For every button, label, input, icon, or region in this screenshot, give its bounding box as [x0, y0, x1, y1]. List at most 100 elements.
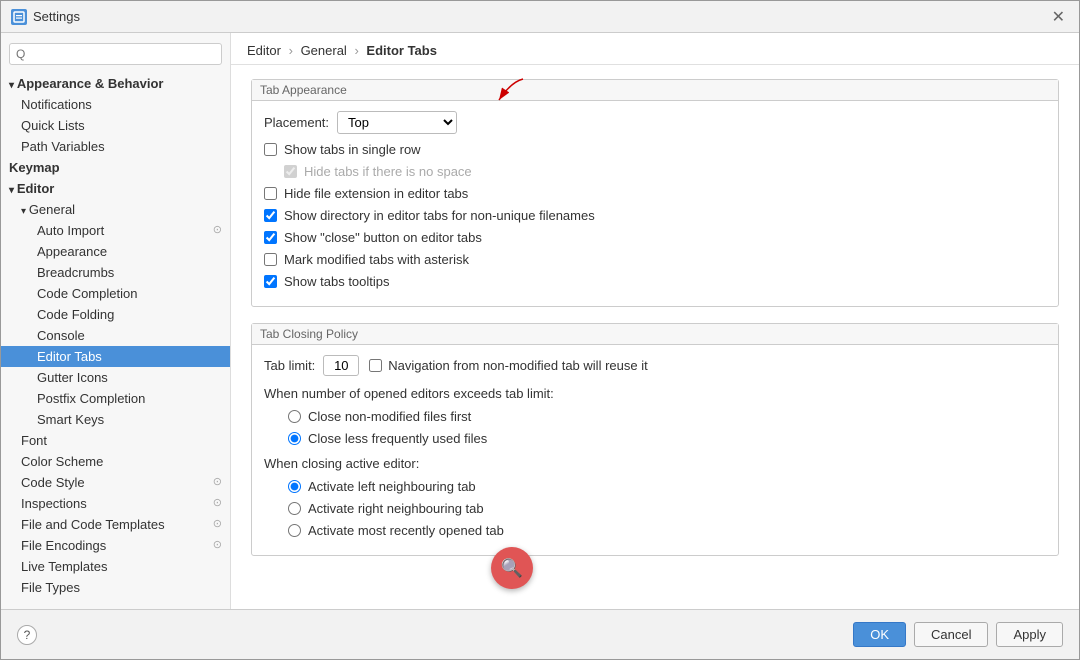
sidebar-item-quick-lists[interactable]: Quick Lists — [1, 115, 230, 136]
floating-search-button[interactable]: 🔍 — [491, 547, 533, 589]
checkbox-mark-modified: Mark modified tabs with asterisk — [264, 252, 1046, 267]
title-bar-text: Settings — [33, 9, 1048, 24]
sidebar-item-live-templates[interactable]: Live Templates — [1, 556, 230, 577]
search-input[interactable] — [9, 43, 222, 65]
checkbox-show-tooltips-label: Show tabs tooltips — [284, 274, 390, 289]
checkbox-show-close: Show "close" button on editor tabs — [264, 230, 1046, 245]
title-bar: Settings ✕ — [1, 1, 1079, 33]
cancel-button[interactable]: Cancel — [914, 622, 988, 647]
sidebar-item-smart-keys[interactable]: Smart Keys — [1, 409, 230, 430]
checkbox-show-single-row-input[interactable] — [264, 143, 277, 156]
placement-label: Placement: — [264, 115, 329, 130]
checkbox-mark-modified-label: Mark modified tabs with asterisk — [284, 252, 469, 267]
radio-activate-right: Activate right neighbouring tab — [288, 501, 1046, 516]
placement-row: Placement: Top Bottom Left Right — [264, 111, 1046, 134]
checkbox-show-directory: Show directory in editor tabs for non-un… — [264, 208, 1046, 223]
radio-activate-right-label: Activate right neighbouring tab — [308, 501, 484, 516]
sidebar-item-appearance-behavior[interactable]: ▾ Appearance & Behavior — [1, 73, 230, 94]
checkbox-hide-extension: Hide file extension in editor tabs — [264, 186, 1046, 201]
checkbox-hide-extension-label: Hide file extension in editor tabs — [284, 186, 468, 201]
sidebar-item-path-variables[interactable]: Path Variables — [1, 136, 230, 157]
sidebar-item-color-scheme[interactable]: Color Scheme — [1, 451, 230, 472]
radio-close-nonmodified-input[interactable] — [288, 410, 301, 423]
search-bar — [1, 39, 230, 73]
radio-activate-left: Activate left neighbouring tab — [288, 479, 1046, 494]
breadcrumb-sep2: › — [354, 43, 358, 58]
app-icon — [11, 9, 27, 25]
tab-appearance-header: Tab Appearance — [252, 80, 1058, 101]
right-panel: Editor › General › Editor Tabs Tab Appea… — [231, 33, 1079, 609]
checkbox-hide-no-space-label: Hide tabs if there is no space — [304, 164, 472, 179]
nav-reuse-checkbox[interactable] — [369, 359, 382, 372]
tab-limit-label: Tab limit: — [264, 358, 315, 373]
tab-closing-policy-header: Tab Closing Policy — [252, 324, 1058, 345]
sidebar-item-editor-tabs[interactable]: Editor Tabs — [1, 346, 230, 367]
checkbox-show-directory-input[interactable] — [264, 209, 277, 222]
sidebar-item-appearance[interactable]: Appearance — [1, 241, 230, 262]
checkbox-hide-extension-input[interactable] — [264, 187, 277, 200]
sidebar-item-breadcrumbs[interactable]: Breadcrumbs — [1, 262, 230, 283]
checkbox-hide-no-space: Hide tabs if there is no space — [284, 164, 1046, 179]
sidebar-item-postfix-completion[interactable]: Postfix Completion — [1, 388, 230, 409]
breadcrumb-editor[interactable]: Editor — [247, 43, 281, 58]
radio-activate-right-input[interactable] — [288, 502, 301, 515]
checkbox-show-close-label: Show "close" button on editor tabs — [284, 230, 482, 245]
sidebar-item-file-types[interactable]: File Types — [1, 577, 230, 598]
checkbox-show-single-row-label: Show tabs in single row — [284, 142, 421, 157]
radio-close-nonmodified-label: Close non-modified files first — [308, 409, 471, 424]
sidebar-item-keymap[interactable]: Keymap — [1, 157, 230, 178]
panel-body: Tab Appearance Placement: Top Bottom Lef… — [231, 65, 1079, 609]
radio-activate-recent-input[interactable] — [288, 524, 301, 537]
tab-appearance-body: Placement: Top Bottom Left Right Show ta… — [252, 101, 1058, 306]
sidebar-item-gutter-icons[interactable]: Gutter Icons — [1, 367, 230, 388]
main-content: ▾ Appearance & BehaviorNotificationsQuic… — [1, 33, 1079, 609]
closing-active-label: When closing active editor: — [264, 456, 1046, 471]
sidebar-item-notifications[interactable]: Notifications — [1, 94, 230, 115]
sidebar-item-editor[interactable]: ▾ Editor — [1, 178, 230, 199]
tab-closing-policy-body: Tab limit: Navigation from non-modified … — [252, 345, 1058, 555]
sidebar-item-general[interactable]: ▾ General — [1, 199, 230, 220]
breadcrumb: Editor › General › Editor Tabs — [231, 33, 1079, 65]
radio-close-nonmodified: Close non-modified files first — [288, 409, 1046, 424]
sidebar-item-code-style[interactable]: Code Style ⊙ — [1, 472, 230, 493]
sidebar-item-code-folding[interactable]: Code Folding — [1, 304, 230, 325]
checkbox-show-single-row: Show tabs in single row — [264, 142, 1046, 157]
radio-close-least-used: Close less frequently used files — [288, 431, 1046, 446]
sidebar: ▾ Appearance & BehaviorNotificationsQuic… — [1, 33, 231, 609]
sidebar-item-file-encodings[interactable]: File Encodings ⊙ — [1, 535, 230, 556]
tab-limit-input[interactable] — [323, 355, 359, 376]
checkbox-mark-modified-input[interactable] — [264, 253, 277, 266]
radio-activate-recent-label: Activate most recently opened tab — [308, 523, 504, 538]
help-button[interactable]: ? — [17, 625, 37, 645]
close-button[interactable]: ✕ — [1048, 7, 1069, 27]
radio-activate-recent: Activate most recently opened tab — [288, 523, 1046, 538]
tab-appearance-section: Tab Appearance Placement: Top Bottom Lef… — [251, 79, 1059, 307]
sidebar-item-file-code-templates[interactable]: File and Code Templates ⊙ — [1, 514, 230, 535]
sidebar-item-font[interactable]: Font — [1, 430, 230, 451]
radio-close-least-used-input[interactable] — [288, 432, 301, 445]
exceeds-label: When number of opened editors exceeds ta… — [264, 386, 1046, 401]
sidebar-item-console[interactable]: Console — [1, 325, 230, 346]
sidebar-item-code-completion[interactable]: Code Completion — [1, 283, 230, 304]
sidebar-items-container: ▾ Appearance & BehaviorNotificationsQuic… — [1, 73, 230, 598]
radio-close-least-used-label: Close less frequently used files — [308, 431, 487, 446]
placement-select[interactable]: Top Bottom Left Right — [337, 111, 457, 134]
breadcrumb-active: Editor Tabs — [366, 43, 437, 58]
checkbox-show-tooltips: Show tabs tooltips — [264, 274, 1046, 289]
checkbox-show-tooltips-input[interactable] — [264, 275, 277, 288]
breadcrumb-general[interactable]: General — [301, 43, 347, 58]
tab-closing-policy-section: Tab Closing Policy Tab limit: Navigation… — [251, 323, 1059, 556]
sidebar-item-inspections[interactable]: Inspections ⊙ — [1, 493, 230, 514]
breadcrumb-sep1: › — [289, 43, 293, 58]
checkbox-show-directory-label: Show directory in editor tabs for non-un… — [284, 208, 595, 223]
ok-button[interactable]: OK — [853, 622, 906, 647]
checkbox-hide-no-space-input[interactable] — [284, 165, 297, 178]
checkbox-show-close-input[interactable] — [264, 231, 277, 244]
tab-limit-row: Tab limit: Navigation from non-modified … — [264, 355, 1046, 376]
sidebar-item-auto-import[interactable]: Auto Import ⊙ — [1, 220, 230, 241]
bottom-bar: ? OK Cancel Apply — [1, 609, 1079, 659]
nav-reuse-label: Navigation from non-modified tab will re… — [388, 358, 647, 373]
apply-button[interactable]: Apply — [996, 622, 1063, 647]
radio-activate-left-label: Activate left neighbouring tab — [308, 479, 476, 494]
radio-activate-left-input[interactable] — [288, 480, 301, 493]
